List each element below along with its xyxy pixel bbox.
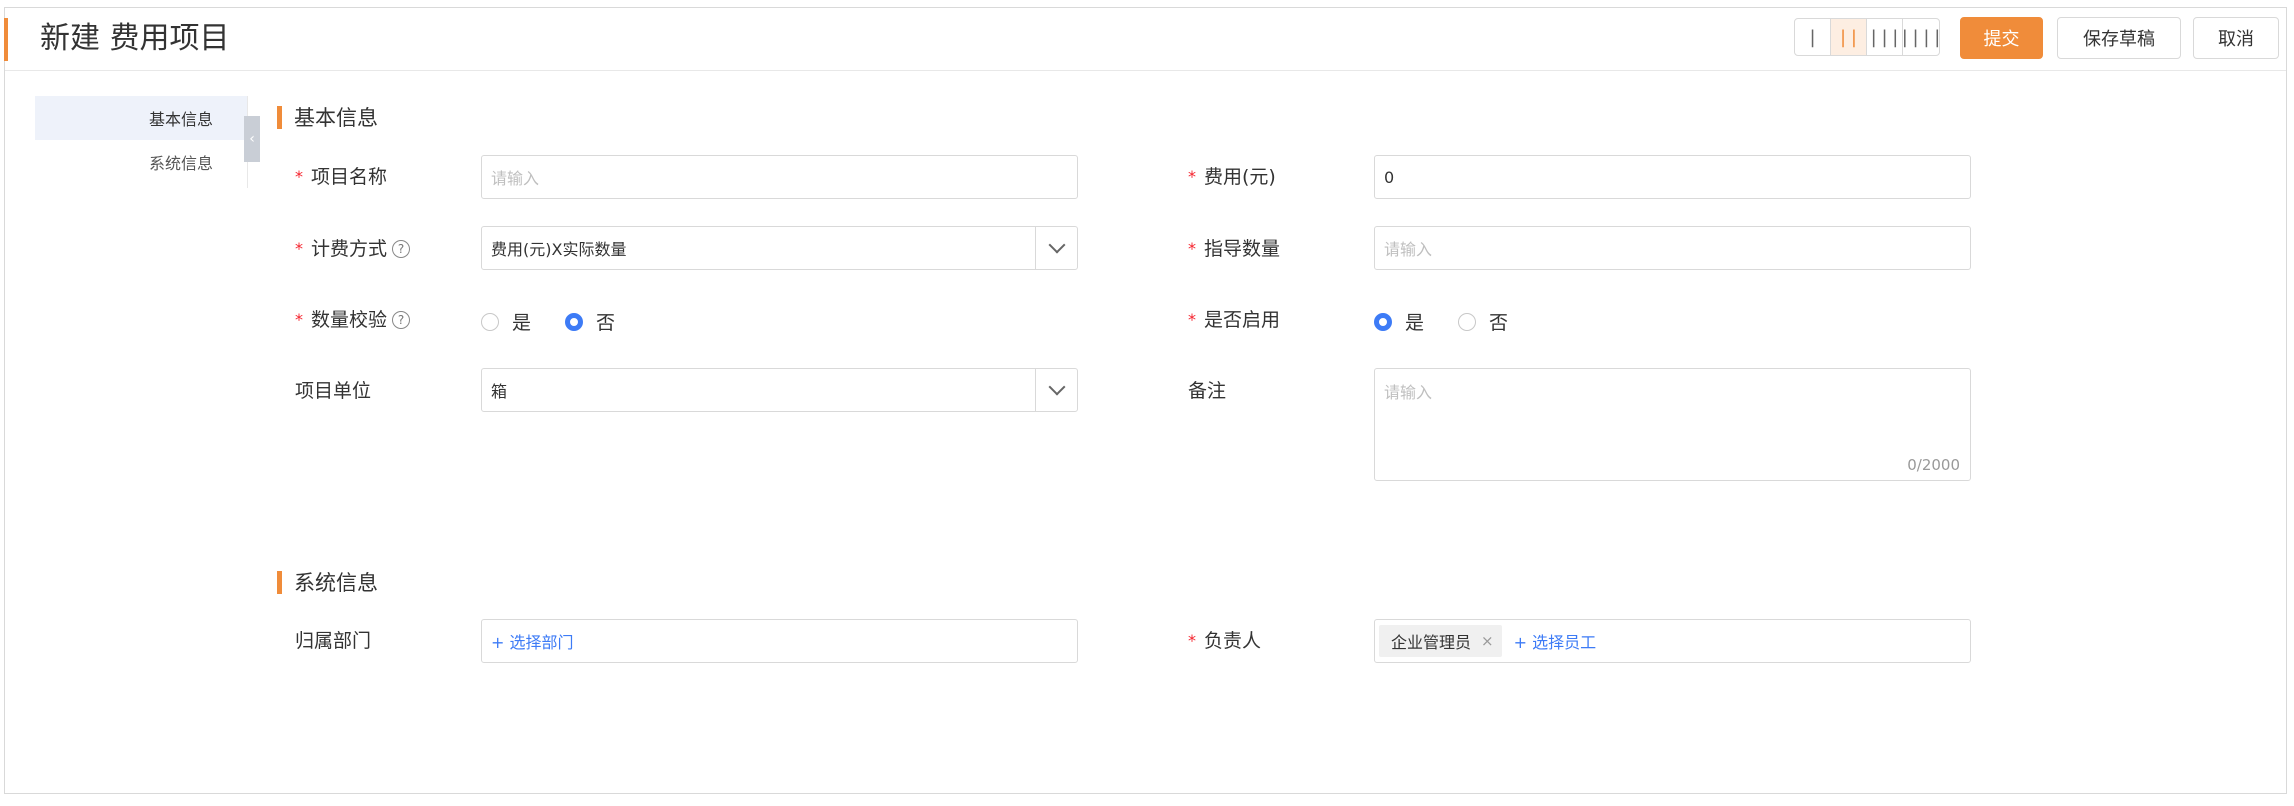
required-mark: * bbox=[1188, 631, 1196, 650]
quantity-check-label-text: 数量校验 bbox=[311, 309, 388, 331]
guide-quantity-label-text: 指导数量 bbox=[1204, 238, 1281, 260]
required-mark: * bbox=[295, 310, 303, 329]
project-name-label-text: 项目名称 bbox=[311, 166, 388, 188]
radio-label: 否 bbox=[596, 312, 616, 334]
radio-circle bbox=[1458, 312, 1477, 331]
enabled-label: * 是否启用 bbox=[1188, 308, 1280, 332]
select-department-link[interactable]: + 选择部门 bbox=[491, 629, 574, 653]
unit-value: 箱 bbox=[491, 382, 508, 401]
project-name-label: * 项目名称 bbox=[295, 165, 387, 189]
quantity-check-radio-group: 是 否 bbox=[481, 308, 649, 335]
section-accent-bar bbox=[277, 570, 282, 594]
fee-input[interactable]: 0 bbox=[1374, 155, 1971, 199]
radio-circle-checked bbox=[565, 312, 584, 331]
unit-label-text: 项目单位 bbox=[295, 380, 372, 402]
owner-picker[interactable]: 企业管理员 × + 选择员工 bbox=[1374, 619, 1971, 663]
owner-tag: 企业管理员 × bbox=[1379, 625, 1502, 657]
remarks-label: 备注 bbox=[1188, 379, 1226, 403]
required-mark: * bbox=[295, 167, 303, 186]
department-picker[interactable]: + 选择部门 bbox=[481, 619, 1078, 663]
radio-label: 否 bbox=[1489, 312, 1509, 334]
quantity-check-no-radio[interactable]: 否 bbox=[565, 308, 615, 335]
guide-quantity-input[interactable]: 请输入 bbox=[1374, 226, 1971, 270]
fee-value: 0 bbox=[1384, 167, 1395, 187]
section-accent-bar bbox=[277, 105, 282, 129]
department-label-text: 归属部门 bbox=[295, 630, 372, 652]
form-window: 新建 费用项目 | || ||| |||| 提交 保存草稿 取消 基本信息 系统… bbox=[4, 7, 2287, 794]
department-label: 归属部门 bbox=[295, 629, 371, 653]
submit-button[interactable]: 提交 bbox=[1960, 17, 2043, 59]
unit-label: 项目单位 bbox=[295, 379, 371, 403]
radio-circle bbox=[481, 312, 499, 331]
page-title: 新建 费用项目 bbox=[40, 21, 230, 56]
owner-tag-label: 企业管理员 bbox=[1391, 633, 1472, 652]
cancel-button[interactable]: 取消 bbox=[2193, 17, 2279, 59]
quantity-check-label: * 数量校验 ? bbox=[295, 308, 411, 332]
billing-method-label-text: 计费方式 bbox=[311, 238, 388, 260]
radio-label: 是 bbox=[1405, 312, 1425, 334]
radio-label: 是 bbox=[512, 312, 532, 334]
chevron-left-icon: ‹ bbox=[249, 131, 255, 147]
owner-label: * 负责人 bbox=[1188, 629, 1261, 653]
header-accent-bar bbox=[4, 18, 8, 61]
collapse-nav-handle[interactable]: ‹ bbox=[244, 116, 260, 162]
radio-circle-checked bbox=[1374, 312, 1392, 331]
help-icon[interactable]: ? bbox=[392, 240, 411, 258]
fee-label: * 费用(元) bbox=[1188, 165, 1276, 189]
unit-select[interactable]: 箱 bbox=[481, 368, 1078, 412]
close-icon[interactable]: × bbox=[1481, 632, 1494, 650]
quantity-check-yes-radio[interactable]: 是 bbox=[481, 308, 531, 335]
billing-method-value: 费用(元)X实际数量 bbox=[491, 240, 627, 259]
required-mark: * bbox=[1188, 239, 1196, 258]
fee-label-text: 费用(元) bbox=[1204, 166, 1276, 188]
guide-quantity-label: * 指导数量 bbox=[1188, 237, 1280, 261]
enabled-label-text: 是否启用 bbox=[1204, 309, 1281, 331]
guide-quantity-placeholder: 请输入 bbox=[1384, 240, 1433, 259]
enabled-radio-group: 是 否 bbox=[1374, 308, 1542, 335]
project-name-placeholder: 请输入 bbox=[491, 169, 540, 188]
billing-method-select[interactable]: 费用(元)X实际数量 bbox=[481, 226, 1078, 270]
enabled-yes-radio[interactable]: 是 bbox=[1374, 308, 1424, 335]
section-title-system: 系统信息 bbox=[294, 571, 378, 595]
page-header: 新建 费用项目 | || ||| |||| 提交 保存草稿 取消 bbox=[4, 8, 2286, 71]
layout-1-column-option[interactable]: | bbox=[1795, 19, 1831, 55]
remarks-label-text: 备注 bbox=[1188, 380, 1227, 402]
save-draft-button[interactable]: 保存草稿 bbox=[2057, 17, 2181, 59]
column-layout-toggle: | || ||| |||| bbox=[1794, 18, 1940, 56]
section-header-system: 系统信息 bbox=[277, 567, 378, 597]
required-mark: * bbox=[1188, 310, 1196, 329]
billing-method-label: * 计费方式 ? bbox=[295, 237, 411, 261]
remarks-placeholder: 请输入 bbox=[1384, 383, 1433, 402]
chevron-down-icon[interactable] bbox=[1035, 369, 1077, 411]
section-nav: 基本信息 系统信息 bbox=[35, 96, 247, 184]
owner-label-text: 负责人 bbox=[1204, 630, 1262, 652]
project-name-input[interactable]: 请输入 bbox=[481, 155, 1078, 199]
nav-item-system-info[interactable]: 系统信息 bbox=[35, 140, 247, 184]
help-icon[interactable]: ? bbox=[392, 311, 411, 329]
nav-item-basic-info[interactable]: 基本信息 bbox=[35, 96, 247, 140]
remarks-char-counter: 0/2000 bbox=[1907, 456, 1960, 474]
enabled-no-radio[interactable]: 否 bbox=[1458, 308, 1508, 335]
layout-3-column-option[interactable]: ||| bbox=[1867, 19, 1903, 55]
required-mark: * bbox=[1188, 167, 1196, 186]
section-header-basic: 基本信息 bbox=[277, 102, 378, 132]
select-employee-link[interactable]: + 选择员工 bbox=[1514, 629, 1597, 653]
remarks-textarea[interactable]: 请输入 0/2000 bbox=[1374, 368, 1971, 481]
layout-2-column-option[interactable]: || bbox=[1831, 19, 1867, 55]
section-title-basic: 基本信息 bbox=[294, 106, 378, 130]
chevron-down-icon[interactable] bbox=[1035, 227, 1077, 269]
required-mark: * bbox=[295, 239, 303, 258]
layout-4-column-option[interactable]: |||| bbox=[1899, 19, 1939, 55]
